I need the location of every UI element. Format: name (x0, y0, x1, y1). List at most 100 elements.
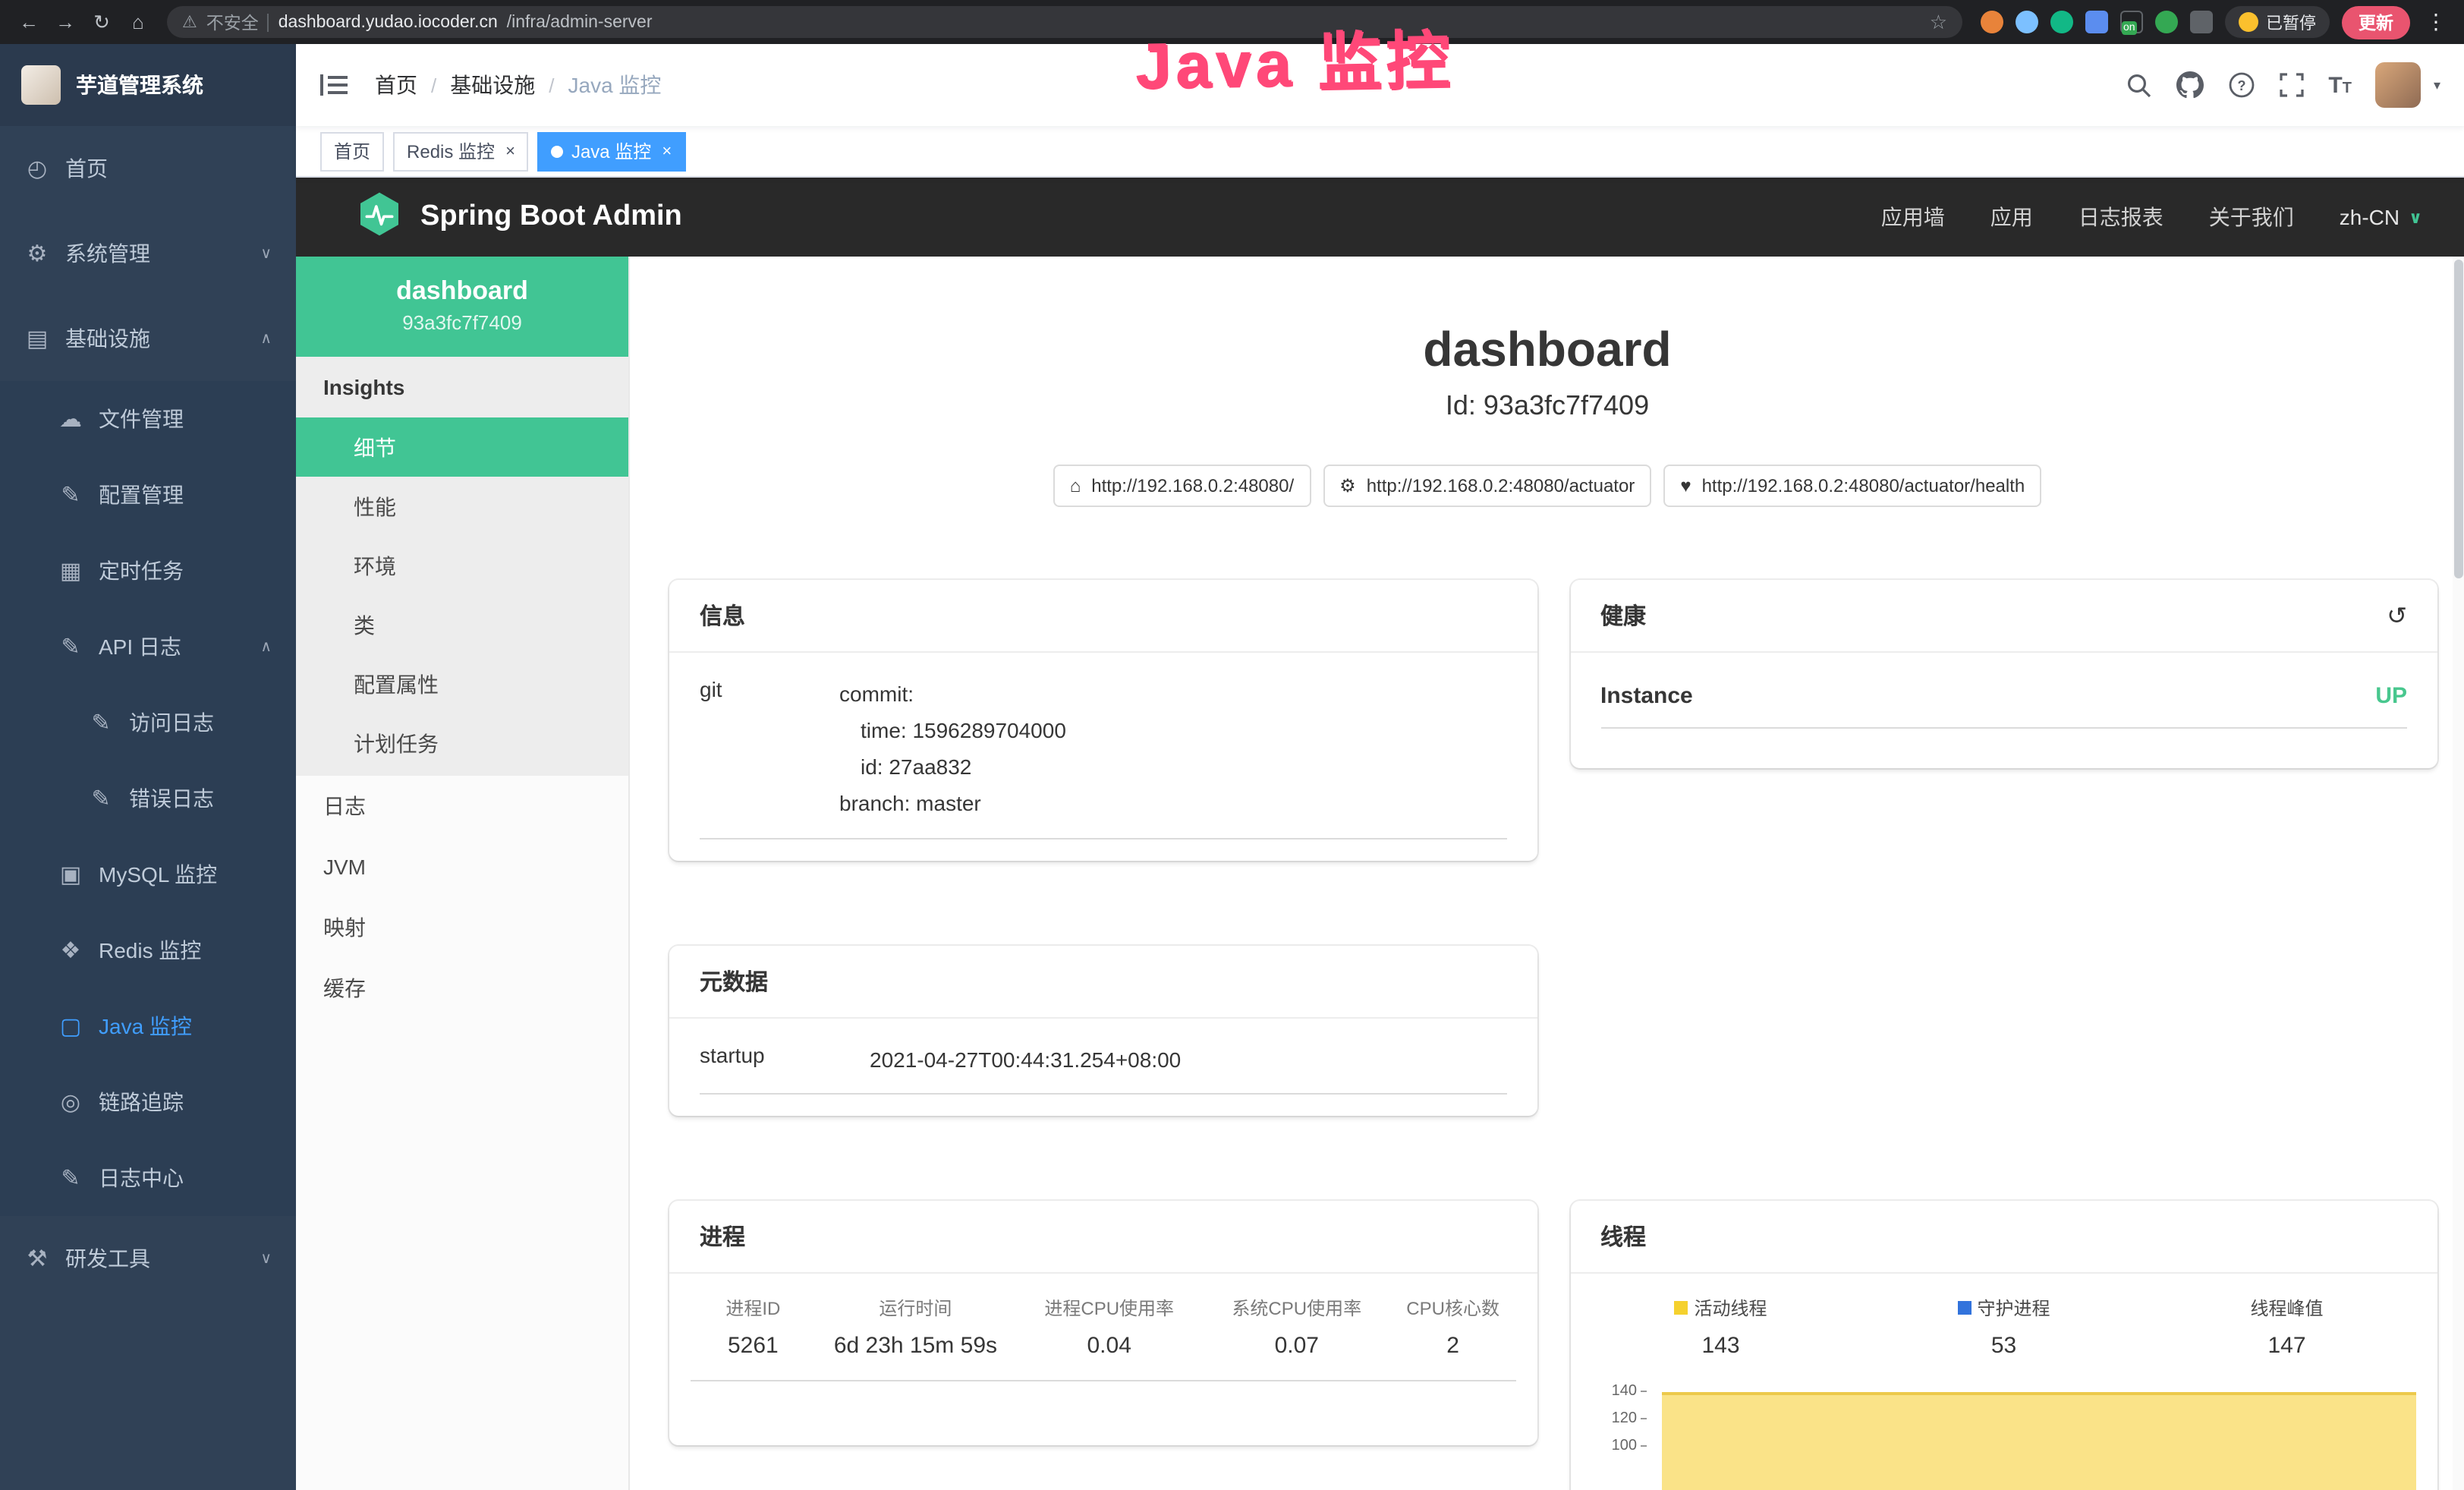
scrollbar-thumb[interactable] (2454, 260, 2463, 578)
extension-paused-pill[interactable]: 已暂停 (2225, 6, 2330, 38)
sba-nav-wallboard[interactable]: 应用墙 (1881, 202, 1945, 232)
toolbox-icon: ⚒ (24, 1245, 50, 1272)
fullscreen-icon[interactable] (2280, 73, 2304, 97)
reload-icon[interactable]: ↻ (85, 5, 118, 39)
extension-icon-on[interactable]: on (2120, 11, 2143, 33)
sba-nav-about[interactable]: 关于我们 (2209, 202, 2294, 232)
extension-icon-puzzle[interactable] (2190, 11, 2213, 33)
sidebar-item-mysql-monitor[interactable]: ▣ MySQL 监控 (0, 836, 296, 912)
screen: ← → ↻ ⌂ ⚠ 不安全 dashboard.yudao.iocoder.cn… (0, 0, 2464, 1490)
tag-java-monitor[interactable]: Java 监控 × (538, 131, 685, 171)
sba-item-environment[interactable]: 环境 (296, 536, 628, 595)
scrollbar-track[interactable] (2453, 257, 2464, 1490)
sba-item-metrics[interactable]: 性能 (296, 477, 628, 536)
paused-label: 已暂停 (2266, 10, 2316, 34)
close-icon[interactable]: × (662, 142, 672, 160)
extension-icon-orange[interactable] (1981, 11, 2003, 33)
font-size-icon[interactable]: TT (2328, 74, 2352, 96)
wrench-icon: ⚙ (1339, 476, 1356, 497)
sba-item-scheduled-tasks[interactable]: 计划任务 (296, 713, 628, 773)
sba-item-details[interactable]: 细节 (296, 417, 628, 477)
sidebar-item-dev-tools[interactable]: ⚒ 研发工具 ∨ (0, 1216, 296, 1301)
sba-header: Spring Boot Admin 应用墙 应用 日志报表 关于我们 zh-CN… (296, 178, 2464, 257)
sidebar-item-infrastructure[interactable]: ▤ 基础设施 ∧ (0, 296, 296, 381)
sidebar-item-redis-monitor[interactable]: ❖ Redis 监控 (0, 912, 296, 988)
sba-nav-applications[interactable]: 应用 (1990, 202, 2033, 232)
sidebar-item-file-management[interactable]: ☁ 文件管理 (0, 381, 296, 457)
log-icon: ✎ (58, 633, 83, 660)
sba-item-classes[interactable]: 类 (296, 595, 628, 654)
actuator-url-link[interactable]: ⚙ http://192.168.0.2:48080/actuator (1323, 465, 1651, 508)
security-warning-icon[interactable]: ⚠ (182, 12, 197, 32)
home-icon: ⌂ (1070, 476, 1081, 497)
access-log-icon: ✎ (88, 709, 114, 736)
service-url-link[interactable]: ⌂ http://192.168.0.2:48080/ (1053, 465, 1311, 508)
sba-brand-title[interactable]: Spring Boot Admin (420, 200, 682, 234)
live-threads-area (1661, 1393, 2416, 1490)
history-icon[interactable]: ↺ (2387, 601, 2407, 632)
sba-locale-value: zh-CN (2340, 205, 2399, 229)
github-icon[interactable] (2176, 71, 2204, 99)
sidebar-item-label: 研发工具 (65, 1243, 150, 1274)
sba-instance-name: dashboard (308, 276, 616, 307)
card-header: 健康 ↺ (1570, 581, 2437, 654)
sidebar-item-access-logs[interactable]: ✎ 访问日志 (0, 685, 296, 761)
sidebar-item-java-monitor[interactable]: ▢ Java 监控 (0, 988, 296, 1064)
extension-icon-teal[interactable] (2050, 11, 2073, 33)
extension-icon-drop[interactable] (2016, 11, 2038, 33)
sba-item-logs[interactable]: 日志 (296, 776, 628, 836)
health-icon: ♥ (1680, 476, 1691, 497)
extension-icon-grid[interactable] (2085, 11, 2108, 33)
sidebar-item-label: 系统管理 (65, 238, 150, 269)
tag-redis-monitor[interactable]: Redis 监控 × (393, 131, 529, 171)
address-bar[interactable]: ⚠ 不安全 dashboard.yudao.iocoder.cn /infra/… (167, 6, 1962, 38)
health-instance-row[interactable]: Instance UP (1600, 684, 2407, 729)
forward-icon[interactable]: → (49, 5, 82, 39)
user-avatar[interactable] (2376, 62, 2422, 108)
metric-column-header: 进程CPU使用率 (1015, 1296, 1203, 1321)
close-icon[interactable]: × (505, 142, 515, 160)
back-icon[interactable]: ← (12, 5, 46, 39)
git-commit-line: commit: (839, 678, 1066, 714)
help-icon[interactable]: ? (2228, 71, 2255, 99)
link-url: http://192.168.0.2:48080/actuator/health (1702, 476, 2025, 497)
sba-instance-block[interactable]: dashboard 93a3fc7f7409 (296, 257, 628, 357)
sidebar-item-home[interactable]: ◴ 首页 (0, 126, 296, 211)
sidebar-item-error-logs[interactable]: ✎ 错误日志 (0, 761, 296, 836)
search-icon[interactable] (2126, 72, 2152, 98)
breadcrumb-infrastructure[interactable]: 基础设施 (450, 70, 535, 100)
main-area: 首页 / 基础设施 / Java 监控 ? (296, 44, 2464, 1490)
bookmark-star-icon[interactable]: ☆ (1930, 10, 1947, 34)
admin-app: 芋道管理系统 ◴ 首页 ⚙ 系统管理 ∨ ▤ 基础设施 ∧ (0, 44, 2464, 1490)
sba-item-jvm[interactable]: JVM (296, 836, 628, 897)
sba-item-config-props[interactable]: 配置属性 (296, 654, 628, 713)
breadcrumb: 首页 / 基础设施 / Java 监控 (375, 70, 661, 100)
sba-item-mappings[interactable]: 映射 (296, 897, 628, 958)
extension-icon-leaf[interactable] (2155, 11, 2178, 33)
sidebar-item-tracing[interactable]: ◎ 链路追踪 (0, 1064, 296, 1140)
browser-menu-icon[interactable]: ⋮ (2425, 9, 2447, 35)
health-url-link[interactable]: ♥ http://192.168.0.2:48080/actuator/heal… (1663, 465, 2041, 508)
sba-nav-journal[interactable]: 日志报表 (2079, 202, 2163, 232)
breadcrumb-home[interactable]: 首页 (375, 70, 417, 100)
sidebar-item-label: 访问日志 (129, 707, 214, 738)
sidebar-item-api-logs[interactable]: ✎ API 日志 ∧ (0, 609, 296, 685)
sidebar-item-label: 链路追踪 (99, 1087, 184, 1117)
sba-item-caches[interactable]: 缓存 (296, 958, 628, 1019)
sidebar-item-log-center[interactable]: ✎ 日志中心 (0, 1140, 296, 1216)
app-title: 芋道管理系统 (76, 70, 203, 100)
sba-locale-select[interactable]: zh-CN ∨ (2340, 205, 2422, 229)
sidebar-item-config-management[interactable]: ✎ 配置管理 (0, 457, 296, 533)
sidebar-item-scheduled-jobs[interactable]: ▦ 定时任务 (0, 533, 296, 609)
metric-column-header: 进程ID (691, 1296, 816, 1321)
threads-legend: 活动线程 143 守护进程 (1579, 1296, 2428, 1359)
sidebar-item-system-management[interactable]: ⚙ 系统管理 ∨ (0, 211, 296, 296)
sidebar-toggle-button[interactable] (320, 73, 348, 97)
app-logo[interactable]: 芋道管理系统 (0, 44, 296, 126)
update-button[interactable]: 更新 (2342, 5, 2410, 39)
home-icon[interactable]: ⌂ (121, 5, 155, 39)
app-sidebar: 芋道管理系统 ◴ 首页 ⚙ 系统管理 ∨ ▤ 基础设施 ∧ (0, 44, 296, 1490)
sba-logo-icon[interactable] (357, 191, 402, 244)
tag-home[interactable]: 首页 (320, 131, 384, 171)
active-dot (552, 145, 564, 157)
